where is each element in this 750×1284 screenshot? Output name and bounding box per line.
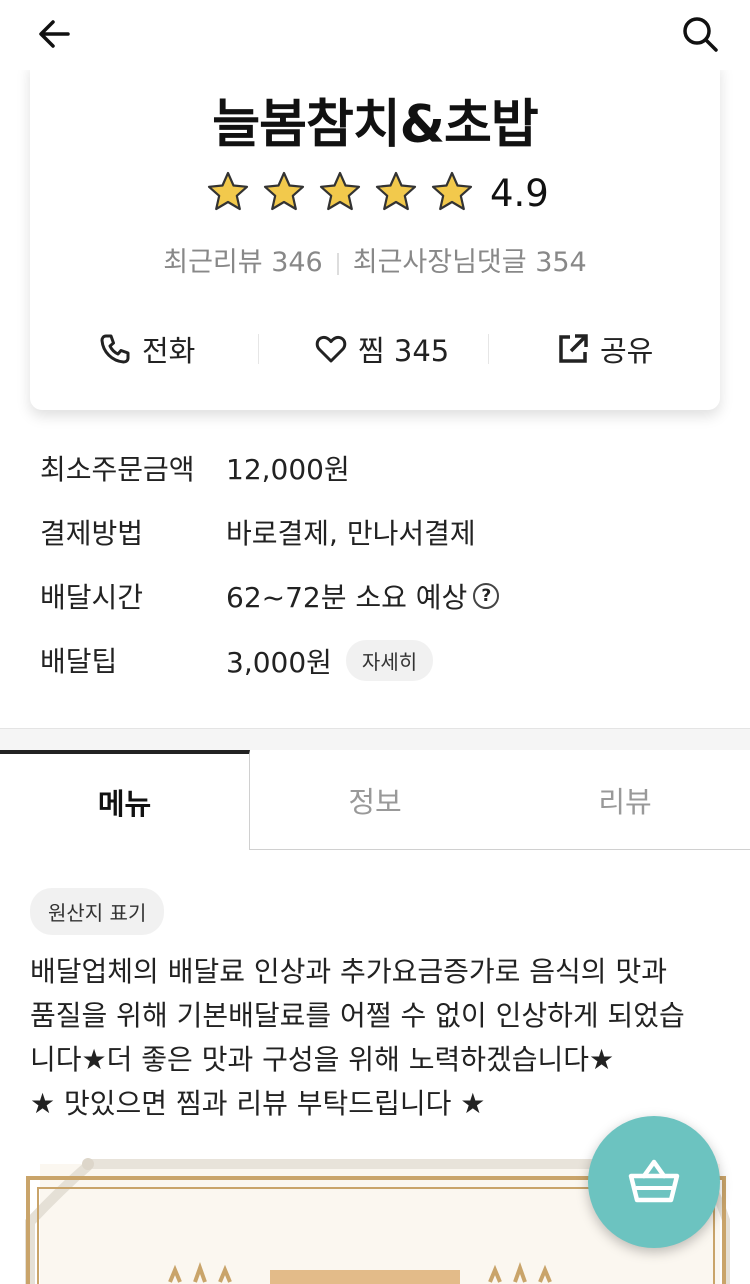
call-label: 전화 (142, 334, 196, 368)
store-notice: 배달업체의 배달료 인상과 추가요금증가로 음식의 맛과 품질을 위해 기본배달… (30, 950, 720, 1126)
notice-line: ★ 맛있으면 찜과 리뷰 부탁드립니다 ★ (30, 1087, 486, 1120)
search-button[interactable] (680, 14, 720, 54)
min-order-value: 12,000원 (226, 453, 350, 486)
payment-value: 바로결제, 만나서결제 (226, 517, 476, 550)
star-icon (319, 171, 361, 211)
min-order-label: 최소주문금액 (40, 453, 195, 486)
call-button[interactable]: 전화 (98, 324, 195, 374)
delivery-tip-value: 3,000원 (226, 645, 332, 679)
notice-line: 배달업체의 배달료 인상과 추가요금증가로 음식의 맛과 (30, 955, 667, 988)
store-name: 늘봄참치&초밥 (212, 95, 538, 155)
arrow-left-icon (39, 20, 70, 48)
origin-label-button[interactable]: 원산지 표기 (30, 888, 165, 935)
star-icon (375, 171, 417, 211)
delivery-time-row: 배달시간 62~72분 소요 예상 ? (40, 576, 720, 640)
store-info: 최소주문금액 12,000원 결제방법 바로결제, 만나서결제 배달시간 62~… (40, 448, 720, 704)
tab-menu[interactable]: 메뉴 (0, 750, 250, 850)
delivery-time-value-wrap: 62~72분 소요 예상 ? (226, 576, 500, 616)
delivery-time-label: 배달시간 (40, 581, 144, 614)
back-button[interactable] (34, 14, 74, 54)
basket-icon (628, 1159, 680, 1203)
share-label: 공유 (600, 334, 654, 368)
store-card: 늘봄참치&초밥 4.9 최근리뷰 346 최근사장님댓글 354 전화 찜 345 (30, 62, 720, 410)
share-icon (559, 334, 588, 363)
search-icon (683, 17, 718, 52)
share-button[interactable]: 공유 (556, 324, 653, 374)
help-icon[interactable]: ? (473, 583, 500, 609)
divider (336, 252, 339, 275)
notice-line: 니다★더 좋은 맛과 구성을 위해 노력하겠습니다★ (30, 1043, 615, 1076)
favorite-label: 찜 345 (358, 334, 450, 368)
star-icon (431, 171, 473, 211)
delivery-tip-row: 배달팁 3,000원 자세히 (40, 640, 720, 704)
divider (258, 334, 259, 364)
payment-row: 결제방법 바로결제, 만나서결제 (40, 512, 720, 576)
owner-reply-count[interactable]: 최근사장님댓글 354 (353, 247, 587, 278)
heart-icon (315, 335, 347, 363)
tab-review[interactable]: 리뷰 (500, 750, 750, 850)
payment-label: 결제방법 (40, 517, 144, 550)
delivery-time-value: 62~72분 소요 예상 (226, 581, 468, 614)
min-order-row: 최소주문금액 12,000원 (40, 448, 720, 512)
cart-button[interactable] (588, 1116, 720, 1248)
recent-review-count[interactable]: 최근리뷰 346 (163, 247, 322, 278)
star-icon (207, 171, 249, 211)
favorite-button[interactable]: 찜 345 (314, 324, 449, 374)
top-bar (0, 0, 750, 70)
delivery-tip-value-wrap: 3,000원 자세히 (226, 640, 434, 681)
tab-info[interactable]: 정보 (250, 750, 500, 850)
section-divider (0, 728, 750, 750)
divider (488, 334, 489, 364)
rating-stars (206, 170, 486, 214)
star-icon (263, 171, 305, 211)
notice-line: 품질을 위해 기본배달료를 어쩔 수 없이 인상하게 되었습 (30, 999, 685, 1032)
detail-button[interactable]: 자세히 (345, 640, 434, 681)
tab-bar: 메뉴 정보 리뷰 (0, 750, 750, 850)
review-counts: 최근리뷰 346 최근사장님댓글 354 (30, 240, 720, 279)
action-bar: 전화 찜 345 공유 (30, 324, 720, 374)
delivery-tip-label: 배달팁 (40, 645, 118, 678)
rating-score: 4.9 (490, 172, 549, 215)
phone-icon (100, 334, 130, 364)
